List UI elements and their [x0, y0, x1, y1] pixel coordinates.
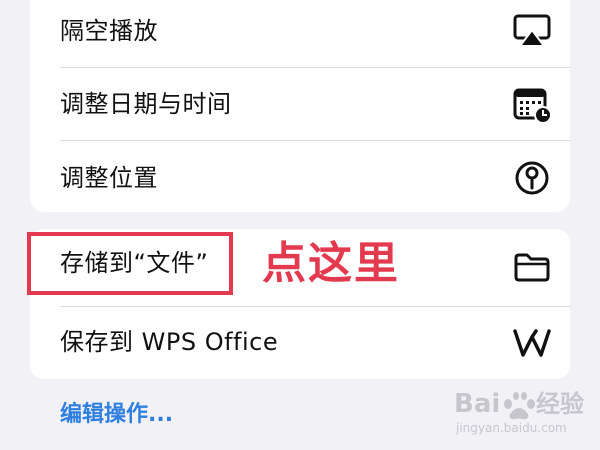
menu-item-adjust-location[interactable]: 调整位置	[30, 141, 570, 212]
menu-item-label: 调整位置	[60, 164, 158, 192]
menu-group-top: 隔空播放 调整日期与时间 调整位置	[30, 0, 570, 212]
annotation-text: 点这里	[262, 238, 400, 289]
svg-text:jingyan.baidu.com: jingyan.baidu.com	[455, 421, 567, 435]
menu-item-label: 隔空播放	[60, 17, 158, 45]
wps-office-icon	[512, 323, 552, 363]
menu-item-label: 调整日期与时间	[60, 90, 232, 118]
menu-item-adjust-date-time[interactable]: 调整日期与时间	[30, 68, 570, 140]
folder-icon	[512, 247, 552, 287]
highlight-box	[27, 232, 233, 295]
menu-item-airplay[interactable]: 隔空播放	[30, 0, 570, 66]
location-pin-icon	[512, 158, 552, 198]
menu-item-save-to-wps[interactable]: 保存到 WPS Office	[30, 307, 570, 379]
svg-text:经验: 经验	[536, 390, 584, 418]
baidu-jingyan-watermark: Bai 经验 jingyan.baidu.com	[452, 382, 588, 438]
svg-text:Bai: Bai	[454, 389, 500, 419]
airplay-icon	[512, 11, 552, 51]
calendar-clock-icon	[512, 85, 552, 125]
edit-actions-link[interactable]: 编辑操作...	[60, 400, 173, 430]
baidu-logo-icon: Bai 经验 jingyan.baidu.com	[454, 389, 584, 435]
menu-item-label: 保存到 WPS Office	[60, 328, 279, 356]
